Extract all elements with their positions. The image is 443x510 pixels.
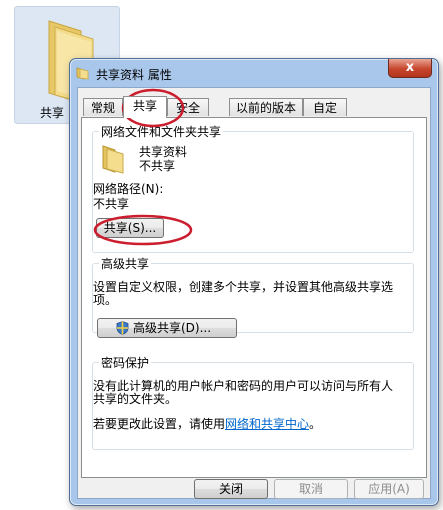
tab-general[interactable]: 常规 [83, 98, 123, 116]
close-icon: x [405, 60, 415, 75]
folder-icon [76, 67, 89, 80]
network-sharing-title: 网络文件和文件夹共享 [99, 123, 224, 140]
advanced-sharing-description-cont: 项。 [93, 293, 118, 307]
network-sharing-center-link[interactable]: 网络和共享中心 [225, 417, 309, 431]
title-bar[interactable]: 共享资料 属性 x [70, 59, 438, 87]
properties-window: 共享资料 属性 x 常规 共享 安全 以前的版本 自定义 网络文件和文件夹共享 … [69, 58, 439, 506]
apply-button[interactable]: 应用(A) [354, 479, 424, 499]
password-protection-description-cont: 共享的文件夹。 [93, 392, 178, 406]
change-setting-prefix: 若要更改此设置，请使用 [93, 417, 226, 431]
folder-share-status: 不共享 [139, 159, 176, 173]
close-dialog-button[interactable]: 关闭 [194, 479, 268, 499]
cancel-button[interactable]: 取消 [274, 479, 348, 499]
change-setting-suffix: 。 [309, 417, 322, 431]
uac-shield-icon [116, 321, 129, 335]
password-protection-group: 密码保护 没有此计算机的用户帐户和密码的用户可以访问与所有人 共享的文件夹。 若… [92, 354, 414, 450]
network-sharing-group: 网络文件和文件夹共享 共享资料 不共享 网络路径(N): 不共享 共享(S)..… [92, 123, 414, 253]
network-path-value: 不共享 [93, 197, 130, 211]
desktop-folder-label: 共享 [40, 106, 65, 120]
tab-customize[interactable]: 自定义 [303, 98, 347, 133]
advanced-sharing-button[interactable]: 高级共享(D)... [97, 318, 237, 338]
dialog-client-area: 常规 共享 安全 以前的版本 自定义 网络文件和文件夹共享 共享资料 不共享 网… [77, 87, 431, 499]
tab-sharing[interactable]: 共享 [123, 96, 167, 118]
advanced-sharing-button-label: 高级共享(D)... [133, 321, 212, 335]
tab-previous-versions[interactable]: 以前的版本 [229, 98, 303, 116]
advanced-sharing-description: 设置自定义权限，创建多个共享，并设置其他高级共享选 [93, 280, 394, 294]
tab-security[interactable]: 安全 [167, 98, 209, 116]
share-button[interactable]: 共享(S)... [96, 218, 164, 238]
advanced-sharing-group: 高级共享 设置自定义权限，创建多个共享，并设置其他高级共享选 项。 高级共享(D… [92, 255, 414, 338]
sharing-tab-page: 网络文件和文件夹共享 共享资料 不共享 网络路径(N): 不共享 共享(S)..… [81, 117, 427, 478]
password-protection-title: 密码保护 [99, 354, 152, 371]
window-title: 共享资料 属性 [96, 68, 172, 82]
shared-folder-icon [102, 145, 124, 174]
close-button[interactable]: x [388, 59, 432, 78]
advanced-sharing-title: 高级共享 [99, 255, 152, 272]
change-setting-text: 若要更改此设置，请使用网络和共享中心。 [93, 415, 321, 432]
